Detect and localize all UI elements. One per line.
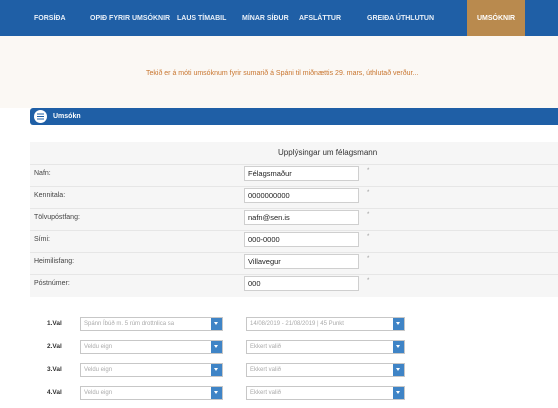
select-value: Ekkert valið [250,344,282,350]
nav-item-minar-sidur[interactable]: MÍNAR SÍÐUR [242,0,299,36]
select-value: Ekkert valið [250,367,282,373]
choice-row-4: 4.Val Veldu eign Ekkert valið [30,383,558,403]
period-select-4[interactable]: Ekkert valið [246,386,405,400]
choice-row-3: 3.Val Veldu eign Ekkert valið [30,360,558,380]
application-panel-header: Umsókn [30,108,558,125]
choice-row-2: 2.Val Veldu eign Ekkert valið [30,337,558,357]
email-field[interactable]: nafn@sen.is [244,210,359,225]
field-label: Nafn: [34,170,51,177]
panel-title: Umsókn [53,113,81,120]
chevron-down-icon[interactable] [393,318,404,330]
notice-text: Tekið er á móti umsóknum fyrir sumarið á… [146,70,419,77]
field-label: Tölvupóstfang: [34,214,80,221]
select-value: Veldu eign [84,367,113,373]
nav-item-laus-timabil[interactable]: LAUS TÍMABIL [177,0,242,36]
choice-label: 2.Val [47,343,62,350]
field-label: Póstnúmer: [34,280,70,287]
chevron-down-icon[interactable] [211,387,222,399]
list-icon [34,110,47,123]
postcode-field[interactable]: 000 [244,276,359,291]
phone-field[interactable]: 000-0000 [244,232,359,247]
choice-row-1: 1.Val Spánn Íbúð m. 5 rúm drottnlica sa … [30,314,558,334]
property-select-3[interactable]: Veldu eign [80,363,223,377]
chevron-down-icon[interactable] [211,364,222,376]
chevron-down-icon[interactable] [211,341,222,353]
property-select-2[interactable]: Veldu eign [80,340,223,354]
required-mark: * [367,212,370,218]
field-row-address: Heimilisfang: Villavegur * [30,252,558,270]
choice-label: 3.Val [47,366,62,373]
property-select-4[interactable]: Veldu eign [80,386,223,400]
field-label: Sími: [34,236,50,243]
name-field[interactable]: Félagsmaður [244,166,359,181]
field-row-email: Tölvupóstfang: nafn@sen.is * [30,208,558,226]
chevron-down-icon[interactable] [393,364,404,376]
choice-label: 1.Val [47,320,62,327]
select-value: 14/08/2019 - 21/08/2019 | 45 Punkt [250,321,344,327]
form-title: Upplýsingar um félagsmann [278,148,378,157]
nav-item-greida-uthlutun[interactable]: GREIÐA ÚTHLUTUN [367,0,467,36]
required-mark: * [367,168,370,174]
field-label: Kennitala: [34,192,66,199]
chevron-down-icon[interactable] [393,341,404,353]
required-mark: * [367,234,370,240]
nav-item-opid-fyrir-umsoknir[interactable]: OPIÐ FYRIR UMSÓKNIR [90,0,177,36]
nav-item-forsida[interactable]: FORSÍÐA [34,0,90,36]
select-value: Ekkert valið [250,390,282,396]
nav-item-afslattur[interactable]: AFSLÁTTUR [299,0,367,36]
select-value: Spánn Íbúð m. 5 rúm drottnlica sa [84,321,175,327]
chevron-down-icon[interactable] [393,387,404,399]
field-row-phone: Sími: 000-0000 * [30,230,558,248]
select-value: Veldu eign [84,390,113,396]
field-row-kennitala: Kennitala: 0000000000 * [30,186,558,204]
field-row-postcode: Póstnúmer: 000 * [30,274,558,292]
property-select-1[interactable]: Spánn Íbúð m. 5 rúm drottnlica sa [80,317,223,331]
required-mark: * [367,256,370,262]
required-mark: * [367,190,370,196]
period-select-1[interactable]: 14/08/2019 - 21/08/2019 | 45 Punkt [246,317,405,331]
address-field[interactable]: Villavegur [244,254,359,269]
period-select-2[interactable]: Ekkert valið [246,340,405,354]
kennitala-field[interactable]: 0000000000 [244,188,359,203]
chevron-down-icon[interactable] [211,318,222,330]
choice-label: 4.Val [47,389,62,396]
top-navigation: FORSÍÐA OPIÐ FYRIR UMSÓKNIR LAUS TÍMABIL… [0,0,558,36]
select-value: Veldu eign [84,344,113,350]
period-select-3[interactable]: Ekkert valið [246,363,405,377]
field-row-name: Nafn: Félagsmaður * [30,164,558,182]
required-mark: * [367,278,370,284]
field-label: Heimilisfang: [34,258,75,265]
nav-item-umsoknir[interactable]: UMSÓKNIR [467,0,526,36]
